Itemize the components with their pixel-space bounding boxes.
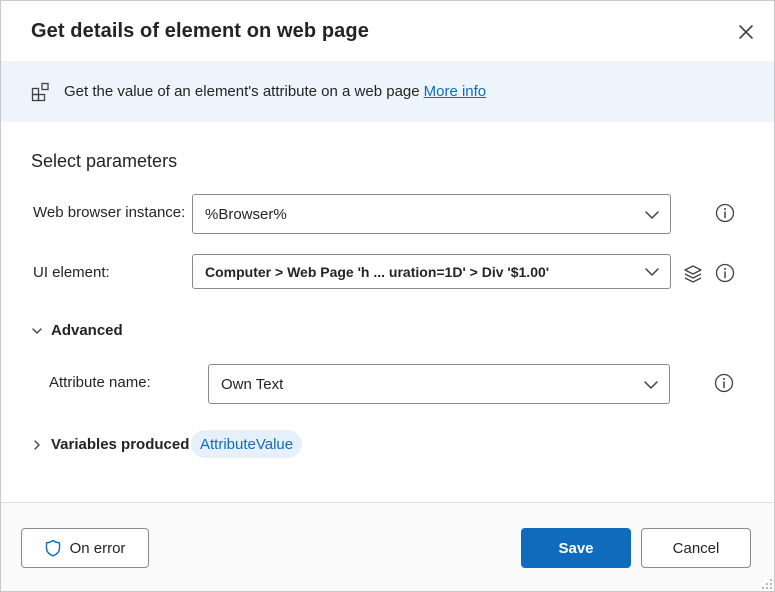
advanced-expander[interactable]: Advanced [31,322,123,339]
ui-element-info-icon[interactable] [715,263,735,283]
attribute-name-info-icon[interactable] [714,373,734,393]
banner-description: Get the value of an element's attribute … [64,83,420,100]
on-error-button[interactable]: On error [21,528,149,568]
ui-element-value: Computer > Web Page 'h ... uration=1D' >… [205,264,550,280]
title-bar: Get details of element on web page [1,1,774,61]
attribute-name-label: Attribute name: [49,374,151,391]
chevron-down-icon [644,381,658,389]
section-title: Select parameters [31,151,178,171]
advanced-label: Advanced [51,322,123,339]
attribute-name-value: Own Text [221,376,284,393]
more-info-link[interactable]: More info [424,83,487,100]
ui-element-label: UI element: [33,264,110,281]
chevron-down-icon [645,211,659,219]
browser-instance-select[interactable]: %Browser% [192,194,671,234]
banner-text: Get the value of an element's attribute … [64,83,486,100]
ui-element-select[interactable]: Computer > Web Page 'h ... uration=1D' >… [192,254,671,289]
chevron-down-icon [32,327,42,334]
variables-produced-label: Variables produced [51,436,190,453]
dialog: Get details of element on web page Get t… [0,0,775,592]
info-banner: Get the value of an element's attribute … [1,61,774,122]
variable-pill[interactable]: AttributeValue [191,430,303,458]
close-button[interactable] [735,21,757,43]
cancel-button[interactable]: Cancel [641,528,751,568]
chevron-down-icon [645,268,659,276]
dialog-title: Get details of element on web page [31,20,369,42]
layers-icon[interactable] [682,263,704,285]
variables-produced-expander[interactable]: Variables produced [31,436,189,453]
close-icon [739,25,753,39]
attribute-name-select[interactable]: Own Text [208,364,670,404]
on-error-label: On error [69,539,126,557]
browser-instance-label: Web browser instance: [33,204,186,221]
shield-icon [45,539,60,557]
action-blocks-icon [31,82,49,102]
save-button[interactable]: Save [521,528,631,568]
chevron-right-icon [34,439,40,450]
browser-instance-value: %Browser% [205,206,287,223]
browser-instance-info-icon[interactable] [715,203,735,223]
resize-grip-icon[interactable] [759,576,773,590]
